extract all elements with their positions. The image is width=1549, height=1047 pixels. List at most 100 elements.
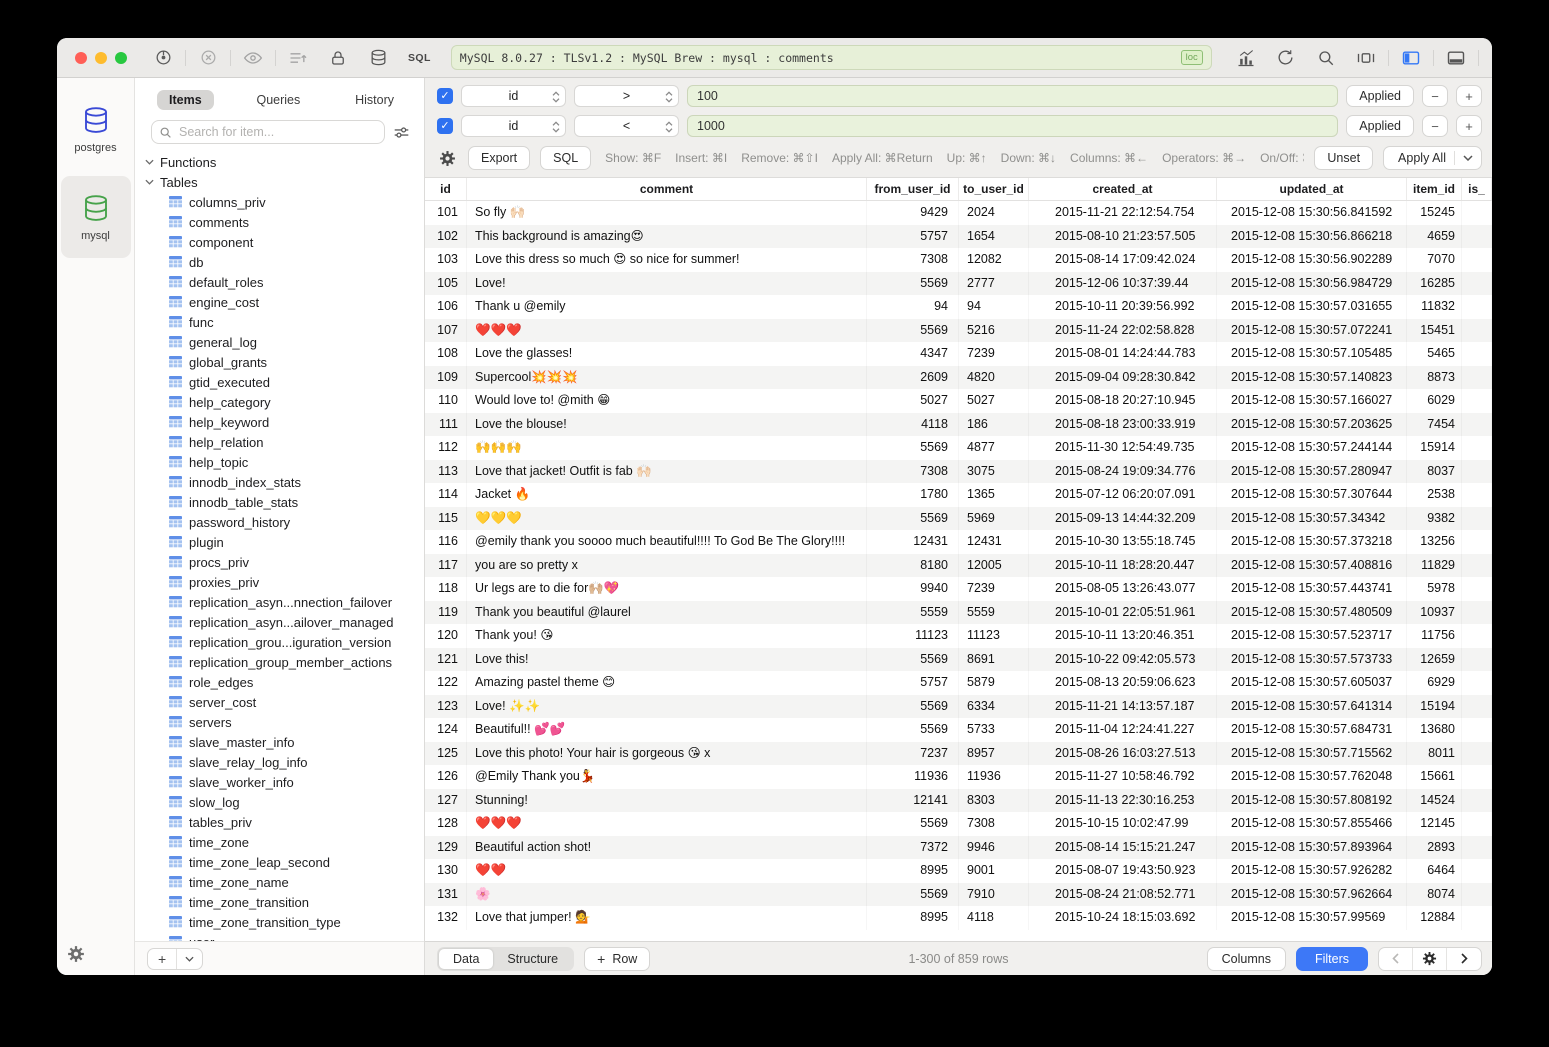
cell-updated_at[interactable]: 2015-12-08 15:30:56.841592 <box>1217 201 1407 225</box>
cell-updated_at[interactable]: 2015-12-08 15:30:57.99569 <box>1217 906 1407 930</box>
cell-item_id[interactable]: 11756 <box>1407 624 1462 648</box>
cell-from_user_id[interactable]: 7308 <box>867 248 959 272</box>
cell-is_truncated[interactable] <box>1462 695 1492 719</box>
cell-created_at[interactable]: 2015-10-11 13:20:46.351 <box>1029 624 1217 648</box>
filter-column-select[interactable]: id <box>461 85 566 107</box>
cell-item_id[interactable]: 15194 <box>1407 695 1462 719</box>
search-input[interactable] <box>177 124 377 140</box>
cell-item_id[interactable]: 14524 <box>1407 789 1462 813</box>
sidebar-item-time_zone_name[interactable]: time_zone_name <box>145 872 424 892</box>
cell-comment[interactable]: Would love to! @mith 😁 <box>467 389 867 413</box>
sidebar-item-help_topic[interactable]: help_topic <box>145 452 424 472</box>
commit-log-icon[interactable] <box>288 48 308 68</box>
sidebar-item-user[interactable]: user <box>145 932 424 941</box>
sidebar-item-help_relation[interactable]: help_relation <box>145 432 424 452</box>
cell-comment[interactable]: ❤️❤️❤️ <box>467 319 867 343</box>
cell-comment[interactable]: Amazing pastel theme 😊 <box>467 671 867 695</box>
cell-id[interactable]: 108 <box>425 342 467 366</box>
cell-from_user_id[interactable]: 5027 <box>867 389 959 413</box>
column-header-id[interactable]: id <box>425 178 467 200</box>
cell-created_at[interactable]: 2015-08-05 13:26:43.077 <box>1029 577 1217 601</box>
prev-page-button[interactable] <box>1379 948 1413 970</box>
add-filter-button[interactable]: + <box>1456 85 1482 107</box>
cell-id[interactable]: 109 <box>425 366 467 390</box>
app-settings-gear-icon[interactable] <box>67 945 85 963</box>
cell-updated_at[interactable]: 2015-12-08 15:30:57.715562 <box>1217 742 1407 766</box>
cell-item_id[interactable]: 12884 <box>1407 906 1462 930</box>
tab-items[interactable]: Items <box>157 90 214 110</box>
cell-comment[interactable]: Love! ✨✨ <box>467 695 867 719</box>
cell-from_user_id[interactable]: 12431 <box>867 530 959 554</box>
cell-comment[interactable]: Love the glasses! <box>467 342 867 366</box>
cell-updated_at[interactable]: 2015-12-08 15:30:57.443741 <box>1217 577 1407 601</box>
cell-to_user_id[interactable]: 4877 <box>959 436 1029 460</box>
cell-to_user_id[interactable]: 8691 <box>959 648 1029 672</box>
cell-comment[interactable]: @Emily Thank you💃 <box>467 765 867 789</box>
cell-id[interactable]: 111 <box>425 413 467 437</box>
cell-from_user_id[interactable]: 5569 <box>867 507 959 531</box>
cell-item_id[interactable]: 15914 <box>1407 436 1462 460</box>
cell-comment[interactable]: Love this photo! Your hair is gorgeous 😘… <box>467 742 867 766</box>
cell-to_user_id[interactable]: 5559 <box>959 601 1029 625</box>
cell-item_id[interactable]: 11829 <box>1407 554 1462 578</box>
cell-created_at[interactable]: 2015-08-13 20:59:06.623 <box>1029 671 1217 695</box>
sidebar-item-component[interactable]: component <box>145 232 424 252</box>
cell-is_truncated[interactable] <box>1462 225 1492 249</box>
cell-comment[interactable]: Thank you beautiful @laurel <box>467 601 867 625</box>
cell-to_user_id[interactable]: 7910 <box>959 883 1029 907</box>
sidebar-item-server_cost[interactable]: server_cost <box>145 692 424 712</box>
add-row-button[interactable]: + Row <box>584 947 650 971</box>
cell-created_at[interactable]: 2015-10-11 18:28:20.447 <box>1029 554 1217 578</box>
cell-to_user_id[interactable]: 94 <box>959 295 1029 319</box>
cell-created_at[interactable]: 2015-09-04 09:28:30.842 <box>1029 366 1217 390</box>
cell-comment[interactable]: you are so pretty x <box>467 554 867 578</box>
cell-is_truncated[interactable] <box>1462 906 1492 930</box>
cell-updated_at[interactable]: 2015-12-08 15:30:57.031655 <box>1217 295 1407 319</box>
cell-updated_at[interactable]: 2015-12-08 15:30:57.373218 <box>1217 530 1407 554</box>
tab-queries[interactable]: Queries <box>244 90 312 110</box>
cell-is_truncated[interactable] <box>1462 483 1492 507</box>
table-row[interactable]: 101So fly 🙌🏻942920242015-11-21 22:12:54.… <box>425 201 1492 225</box>
cell-created_at[interactable]: 2015-10-15 10:02:47.99 <box>1029 812 1217 836</box>
remove-filter-button[interactable]: − <box>1422 115 1448 137</box>
cell-id[interactable]: 132 <box>425 906 467 930</box>
cell-is_truncated[interactable] <box>1462 201 1492 225</box>
table-row[interactable]: 118Ur legs are to die for🙌🏼💖994072392015… <box>425 577 1492 601</box>
cell-comment[interactable]: So fly 🙌🏻 <box>467 201 867 225</box>
cell-from_user_id[interactable]: 7372 <box>867 836 959 860</box>
cell-to_user_id[interactable]: 12431 <box>959 530 1029 554</box>
cell-created_at[interactable]: 2015-10-24 18:15:03.692 <box>1029 906 1217 930</box>
cell-to_user_id[interactable]: 2777 <box>959 272 1029 296</box>
sidebar-item-plugin[interactable]: plugin <box>145 532 424 552</box>
table-row[interactable]: 130❤️❤️899590012015-08-07 19:43:50.92320… <box>425 859 1492 883</box>
cell-is_truncated[interactable] <box>1462 601 1492 625</box>
cell-from_user_id[interactable]: 5569 <box>867 319 959 343</box>
cell-is_truncated[interactable] <box>1462 671 1492 695</box>
cell-is_truncated[interactable] <box>1462 342 1492 366</box>
cell-created_at[interactable]: 2015-11-21 22:12:54.754 <box>1029 201 1217 225</box>
export-button[interactable]: Export <box>468 146 530 170</box>
sql-editor-icon[interactable]: SQL <box>408 52 431 64</box>
cell-item_id[interactable]: 6464 <box>1407 859 1462 883</box>
cell-created_at[interactable]: 2015-10-11 20:39:56.992 <box>1029 295 1217 319</box>
cell-from_user_id[interactable]: 7308 <box>867 460 959 484</box>
cell-updated_at[interactable]: 2015-12-08 15:30:57.926282 <box>1217 859 1407 883</box>
cell-is_truncated[interactable] <box>1462 883 1492 907</box>
cell-from_user_id[interactable]: 5559 <box>867 601 959 625</box>
table-row[interactable]: 114Jacket 🔥178013652015-07-12 06:20:07.0… <box>425 483 1492 507</box>
sidebar-item-tables_priv[interactable]: tables_priv <box>145 812 424 832</box>
cell-created_at[interactable]: 2015-10-01 22:05:51.961 <box>1029 601 1217 625</box>
cell-created_at[interactable]: 2015-08-26 16:03:27.513 <box>1029 742 1217 766</box>
column-header-comment[interactable]: comment <box>467 178 867 200</box>
table-row[interactable]: 120Thank you! 😘11123111232015-10-11 13:2… <box>425 624 1492 648</box>
cell-is_truncated[interactable] <box>1462 248 1492 272</box>
cell-updated_at[interactable]: 2015-12-08 15:30:57.140823 <box>1217 366 1407 390</box>
cell-updated_at[interactable]: 2015-12-08 15:30:57.523717 <box>1217 624 1407 648</box>
cell-to_user_id[interactable]: 5027 <box>959 389 1029 413</box>
sidebar-item-engine_cost[interactable]: engine_cost <box>145 292 424 312</box>
table-row[interactable]: 113Love that jacket! Outfit is fab 🙌🏻730… <box>425 460 1492 484</box>
cell-item_id[interactable]: 8873 <box>1407 366 1462 390</box>
cell-is_truncated[interactable] <box>1462 812 1492 836</box>
cell-from_user_id[interactable]: 5569 <box>867 436 959 460</box>
sidebar-item-default_roles[interactable]: default_roles <box>145 272 424 292</box>
